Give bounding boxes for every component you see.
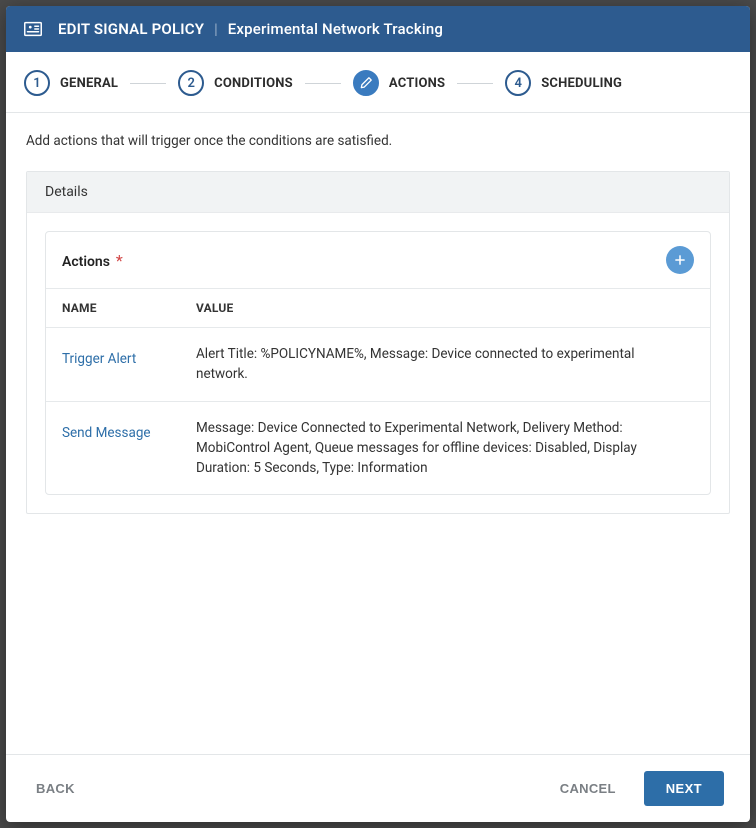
- actions-row: Send Message Message: Device Connected t…: [46, 401, 710, 495]
- plus-icon: [673, 253, 687, 267]
- action-value: Alert Title: %POLICYNAME%, Message: Devi…: [196, 328, 710, 401]
- step-conditions[interactable]: 2 CONDITIONS: [178, 70, 293, 96]
- modal-body: Add actions that will trigger once the c…: [6, 113, 750, 754]
- step-number: 1: [24, 70, 50, 96]
- modal-subtitle: Experimental Network Tracking: [228, 20, 443, 38]
- edit-signal-policy-modal: EDIT SIGNAL POLICY | Experimental Networ…: [6, 6, 750, 822]
- step-number: 2: [178, 70, 204, 96]
- actions-table-header: NAME VALUE: [46, 288, 710, 327]
- instruction-text: Add actions that will trigger once the c…: [26, 133, 730, 149]
- actions-label: Actions: [62, 254, 110, 270]
- step-label: CONDITIONS: [214, 76, 293, 91]
- signal-policy-icon: [22, 18, 44, 40]
- step-scheduling[interactable]: 4 SCHEDULING: [505, 70, 622, 96]
- step-connector: [130, 83, 166, 84]
- step-label: GENERAL: [60, 76, 118, 91]
- step-connector: [457, 83, 493, 84]
- step-number: 4: [505, 70, 531, 96]
- modal-footer: BACK CANCEL NEXT: [6, 754, 750, 822]
- modal-header: EDIT SIGNAL POLICY | Experimental Networ…: [6, 6, 750, 52]
- step-label: ACTIONS: [389, 76, 445, 91]
- action-value: Message: Device Connected to Experimenta…: [196, 402, 710, 495]
- col-header-name: NAME: [46, 289, 196, 327]
- edit-icon: [353, 70, 379, 96]
- next-button[interactable]: NEXT: [644, 771, 724, 806]
- step-label: SCHEDULING: [541, 76, 622, 91]
- add-action-button[interactable]: [666, 246, 694, 274]
- back-button[interactable]: BACK: [32, 773, 79, 804]
- action-link-send-message[interactable]: Send Message: [62, 425, 151, 441]
- step-actions[interactable]: ACTIONS: [353, 70, 445, 96]
- actions-header: Actions *: [46, 232, 710, 288]
- modal-title: EDIT SIGNAL POLICY: [58, 20, 204, 38]
- required-asterisk: *: [116, 251, 123, 270]
- step-general[interactable]: 1 GENERAL: [24, 70, 118, 96]
- cancel-button[interactable]: CANCEL: [556, 773, 620, 804]
- actions-row: Trigger Alert Alert Title: %POLICYNAME%,…: [46, 327, 710, 401]
- actions-card: Actions * NAME VALUE: [45, 231, 711, 495]
- col-header-value: VALUE: [196, 289, 710, 327]
- title-divider: |: [214, 20, 218, 38]
- stepper: 1 GENERAL 2 CONDITIONS ACTIONS 4 SCHEDUL…: [6, 52, 750, 113]
- action-link-trigger-alert[interactable]: Trigger Alert: [62, 351, 136, 367]
- step-connector: [305, 83, 341, 84]
- details-section: Details Actions *: [26, 171, 730, 514]
- details-body: Actions * NAME VALUE: [27, 213, 729, 513]
- details-header: Details: [27, 172, 729, 213]
